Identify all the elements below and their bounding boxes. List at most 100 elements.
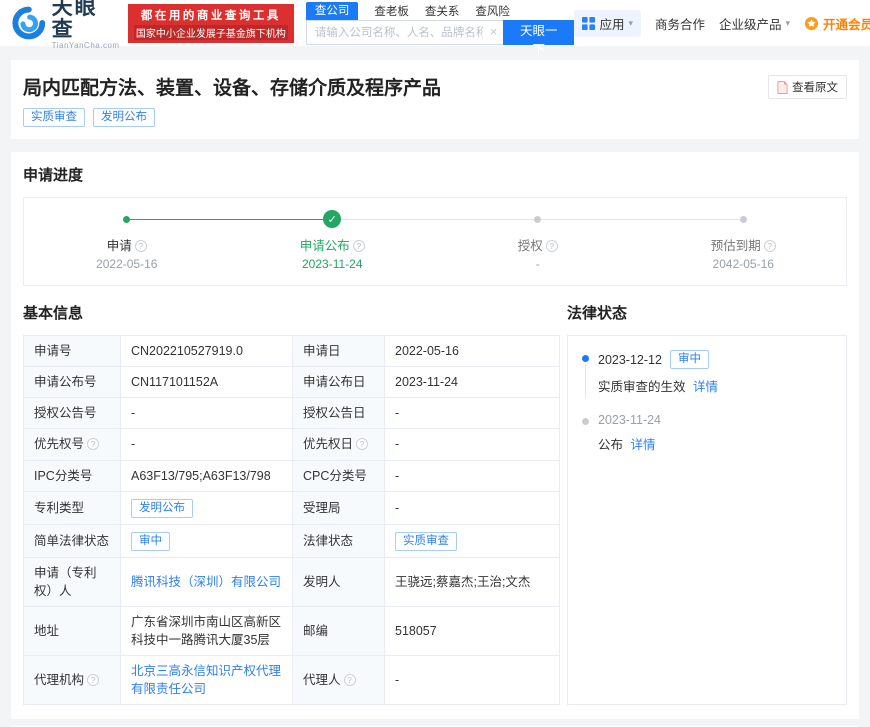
- basic-info-section: 基本信息 申请号 CN202210527919.0 申请日 2022-05-16…: [23, 302, 559, 705]
- search-tab-boss[interactable]: 查老板: [374, 4, 409, 20]
- field-value: 2022-05-16: [385, 336, 560, 367]
- field-label: 地址: [24, 606, 121, 655]
- search-tab-company[interactable]: 查公司: [306, 2, 359, 20]
- help-icon[interactable]: ?: [546, 240, 558, 252]
- chevron-down-icon: ▾: [628, 18, 633, 29]
- field-value: 北京三高永信知识产权代理有限责任公司: [121, 656, 293, 705]
- field-label: 代理机构?: [24, 656, 121, 705]
- field-label: 申请日: [293, 336, 385, 367]
- field-value: 腾讯科技（深圳）有限公司: [121, 557, 293, 606]
- field-value: -: [385, 460, 560, 491]
- legal-status-desc: 实质审查的生效: [598, 380, 686, 394]
- search-tabs: 查公司 查老板 查关系 查风险: [306, 3, 575, 20]
- field-value: 王骁远;蔡嘉杰;王治;文杰: [385, 557, 560, 606]
- help-icon[interactable]: ?: [353, 240, 365, 252]
- brand-domain: TianYanCha.com: [52, 41, 120, 50]
- step-dot-done: [123, 216, 130, 223]
- applicant-link[interactable]: 腾讯科技（深圳）有限公司: [131, 575, 281, 589]
- detail-link[interactable]: 详情: [693, 380, 718, 394]
- field-label: 授权公告号: [24, 398, 121, 429]
- table-row: 申请号 CN202210527919.0 申请日 2022-05-16: [24, 336, 560, 367]
- field-label: 申请公布日: [293, 367, 385, 398]
- field-label: 发明人: [293, 557, 385, 606]
- table-row: 专利类型 发明公布 受理局 -: [24, 491, 560, 524]
- legal-status-date: 2023-11-24: [598, 413, 661, 427]
- search-button[interactable]: 天眼一下: [503, 20, 574, 45]
- step-label: 申请: [107, 239, 132, 253]
- field-value: 实质审查: [385, 524, 560, 557]
- legal-status-item: 2023-11-24 公布 详情: [582, 413, 832, 453]
- step-dot-pending: [534, 216, 541, 223]
- nav-enterprise-products[interactable]: 企业级产品 ▾: [719, 14, 790, 33]
- detail-link[interactable]: 详情: [631, 438, 656, 452]
- table-row: 优先权号? - 优先权日? -: [24, 429, 560, 460]
- help-icon[interactable]: ?: [344, 674, 356, 686]
- field-value: A63F13/795;A63F13/798: [121, 460, 293, 491]
- search-module: 查公司 查老板 查关系 查风险 × 天眼一下: [306, 1, 575, 45]
- grid-icon: [582, 17, 595, 30]
- table-row: 地址 广东省深圳市南山区高新区科技中一路腾讯大厦35层 邮编 518057: [24, 606, 560, 655]
- simple-legal-status-tag: 审中: [131, 532, 170, 551]
- field-label: 代理人?: [293, 656, 385, 705]
- page-title: 局内匹配方法、装置、设备、存储介质及程序产品: [23, 73, 768, 100]
- field-value: -: [385, 491, 560, 524]
- timeline-dot: [582, 418, 589, 425]
- field-value: 2023-11-24: [385, 367, 560, 398]
- table-row: 授权公告号 - 授权公告日 -: [24, 398, 560, 429]
- nav-apps[interactable]: 应用 ▾: [574, 10, 641, 37]
- clear-icon[interactable]: ×: [490, 24, 498, 39]
- tianyancha-logo[interactable]: 天眼查 TianYanCha.com: [12, 0, 120, 50]
- nav-vip-membership[interactable]: 开通会员 ▾: [804, 14, 870, 33]
- field-value: 广东省深圳市南山区高新区科技中一路腾讯大厦35层: [121, 606, 293, 655]
- help-icon[interactable]: ?: [764, 240, 776, 252]
- field-label: 简单法律状态: [24, 524, 121, 557]
- help-icon[interactable]: ?: [87, 674, 99, 686]
- top-header: 天眼查 TianYanCha.com 都在用的商业查询工具 国家中小企业发展子基…: [0, 0, 870, 46]
- help-icon[interactable]: ?: [356, 438, 368, 450]
- field-value: -: [385, 656, 560, 705]
- timeline-dot: [582, 355, 589, 362]
- nav-biz-label: 商务合作: [655, 14, 705, 33]
- nav-enterprise-label: 企业级产品: [719, 14, 782, 33]
- view-original-label: 查看原文: [792, 79, 838, 95]
- table-row: 申请公布号 CN117101152A 申请公布日 2023-11-24: [24, 367, 560, 398]
- tianyancha-logo-icon: [12, 6, 46, 40]
- view-original-button[interactable]: 查看原文: [768, 75, 847, 99]
- nav-business-cooperation[interactable]: 商务合作: [655, 14, 705, 33]
- patent-detail-card: 申请进度 申请? 2022-05-16 ✓ 申请公布? 2023-11-24 授…: [11, 152, 859, 719]
- search-input[interactable]: [306, 20, 503, 45]
- agency-link[interactable]: 北京三高永信知识产权代理有限责任公司: [131, 664, 281, 696]
- step-dot-pending: [740, 216, 747, 223]
- section-title-legal-status: 法律状态: [567, 302, 847, 323]
- section-title-progress: 申请进度: [23, 164, 847, 185]
- help-icon[interactable]: ?: [87, 438, 99, 450]
- help-icon[interactable]: ?: [135, 240, 147, 252]
- chevron-down-icon: ▾: [786, 18, 791, 29]
- status-tag-invention-publication: 发明公布: [93, 108, 155, 127]
- field-label: 受理局: [293, 491, 385, 524]
- field-value: -: [385, 398, 560, 429]
- section-title-basic-info: 基本信息: [23, 302, 559, 323]
- field-label: 授权公告日: [293, 398, 385, 429]
- field-label: 申请（专利权）人: [24, 557, 121, 606]
- table-row: IPC分类号 A63F13/795;A63F13/798 CPC分类号 -: [24, 460, 560, 491]
- check-icon: ✓: [323, 210, 341, 228]
- step-label: 授权: [518, 239, 543, 253]
- patent-title-card: 局内匹配方法、装置、设备、存储介质及程序产品 查看原文 实质审查 发明公布: [11, 60, 859, 139]
- brand-name: 天眼查: [52, 0, 120, 41]
- slogan-line2: 国家中小企业发展子基金旗下机构: [134, 25, 288, 40]
- field-value: 发明公布: [121, 491, 293, 524]
- nav-vip-label: 开通会员: [823, 14, 870, 33]
- patent-type-tag: 发明公布: [131, 499, 193, 518]
- progress-step-application: 申请? 2022-05-16: [24, 210, 230, 271]
- legal-status-timeline: 2023-12-12 审中 实质审查的生效 详情 2023-11-24 公布: [567, 335, 847, 705]
- field-value: 518057: [385, 606, 560, 655]
- search-tab-relation[interactable]: 查关系: [425, 4, 460, 20]
- field-value: -: [121, 429, 293, 460]
- field-label: 专利类型: [24, 491, 121, 524]
- pdf-doc-icon: [777, 81, 788, 94]
- field-value: -: [385, 429, 560, 460]
- search-tab-risk[interactable]: 查风险: [475, 4, 510, 20]
- medal-icon: [804, 16, 819, 31]
- slogan-badge: 都在用的商业查询工具 国家中小企业发展子基金旗下机构: [128, 4, 294, 43]
